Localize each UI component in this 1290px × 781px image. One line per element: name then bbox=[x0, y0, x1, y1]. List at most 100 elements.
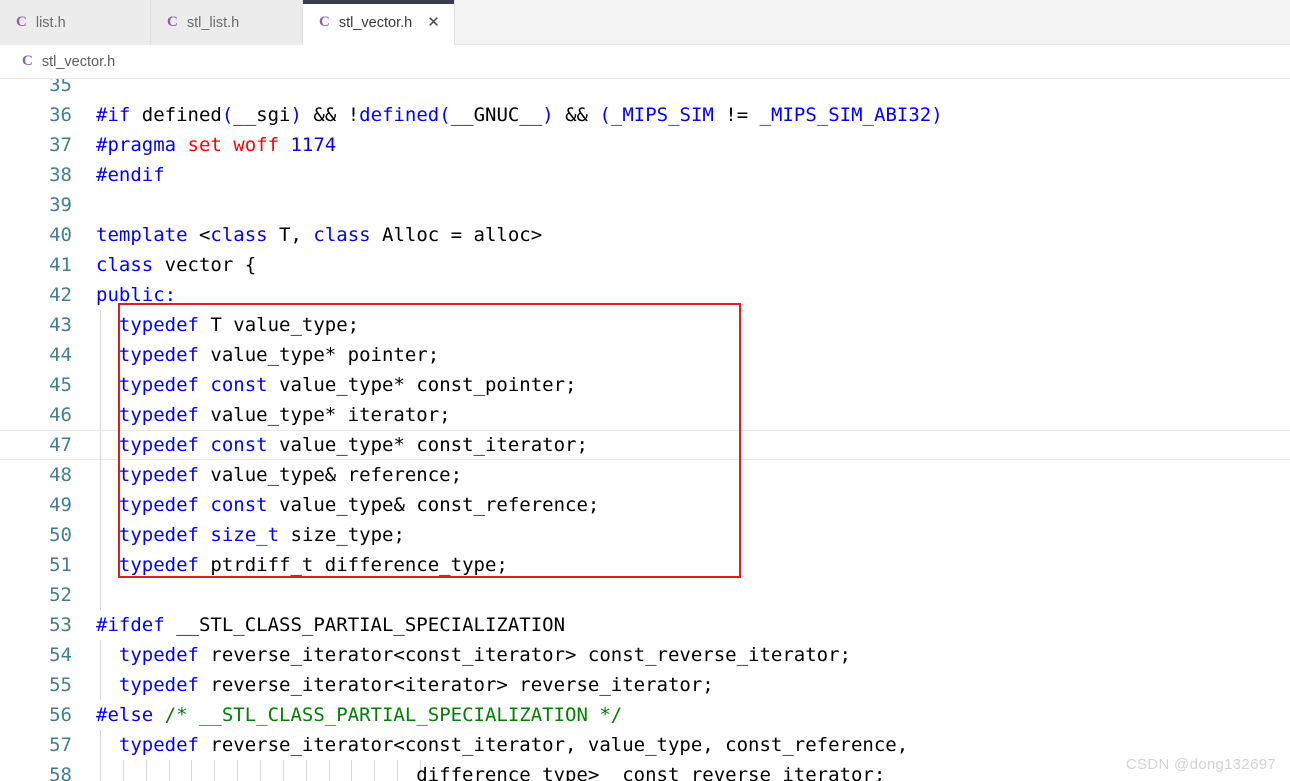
code-line[interactable]: 42 public: bbox=[0, 280, 1290, 310]
code-line[interactable]: 37 #pragma set woff 1174 bbox=[0, 130, 1290, 160]
code-text: typedef const value_type* const_iterator… bbox=[96, 431, 588, 459]
code-token: typedef bbox=[118, 404, 199, 426]
code-line[interactable]: 50 typedef size_t size_type; bbox=[0, 520, 1290, 550]
code-token: typedef bbox=[118, 524, 199, 546]
editor-tab-bar: C list.h C stl_list.h C stl_vector.h ✕ bbox=[0, 0, 1290, 45]
code-token: const bbox=[210, 434, 268, 456]
code-line[interactable]: 39 bbox=[0, 190, 1290, 220]
code-token: value_type& const_reference; bbox=[267, 494, 600, 516]
code-text: typedef value_type& reference; bbox=[96, 460, 462, 490]
code-token: __GNUC__ bbox=[450, 104, 543, 126]
code-text: #endif bbox=[96, 160, 165, 190]
code-token: #ifdef bbox=[96, 614, 165, 636]
code-line[interactable]: 54 typedef reverse_iterator<const_iterat… bbox=[0, 640, 1290, 670]
code-line[interactable]: 38 #endif bbox=[0, 160, 1290, 190]
code-line[interactable]: 52 bbox=[0, 580, 1290, 610]
code-line[interactable]: 56 #else /* __STL_CLASS_PARTIAL_SPECIALIZ… bbox=[0, 700, 1290, 730]
code-token: class bbox=[313, 224, 371, 246]
code-token: 1174 bbox=[290, 134, 337, 156]
code-token: < bbox=[198, 224, 211, 246]
code-token: vector bbox=[153, 254, 245, 276]
code-token: value_type* const_pointer; bbox=[267, 374, 577, 396]
code-text: typedef reverse_iterator<const_iterator>… bbox=[96, 640, 851, 670]
close-icon[interactable]: ✕ bbox=[427, 15, 440, 30]
code-token: /* __STL_CLASS_PARTIAL_SPECIALIZATION */ bbox=[164, 704, 623, 726]
code-text: template <class T, class Alloc = alloc> bbox=[96, 220, 542, 250]
code-token: size_type; bbox=[279, 524, 405, 546]
code-text: #pragma set woff 1174 bbox=[96, 130, 336, 160]
line-number: 56 bbox=[49, 704, 72, 726]
code-line[interactable]: 46 typedef value_type* iterator; bbox=[0, 400, 1290, 430]
breadcrumb: C stl_vector.h bbox=[0, 45, 1290, 79]
code-token: typedef bbox=[118, 644, 199, 666]
code-token: && bbox=[301, 104, 348, 126]
tab-stl-list-h[interactable]: C stl_list.h bbox=[151, 0, 303, 45]
breadcrumb-file-label[interactable]: stl_vector.h bbox=[42, 54, 115, 70]
code-text: typedef value_type* pointer; bbox=[96, 340, 439, 370]
code-editor-viewport[interactable]: 35 36 #if defined(__sgi) && !defined(__GNU… bbox=[0, 79, 1290, 781]
tab-stl-vector-h[interactable]: C stl_vector.h ✕ bbox=[303, 0, 455, 45]
tab-label: stl_vector.h bbox=[338, 14, 413, 31]
c-file-icon: C bbox=[319, 14, 330, 30]
code-token: (_MIPS_SIM bbox=[599, 104, 726, 126]
code-token: typedef bbox=[118, 734, 199, 756]
code-token: typedef bbox=[118, 464, 199, 486]
code-token: ptrdiff_t difference_type; bbox=[198, 554, 508, 576]
code-line[interactable]: 41 class vector { bbox=[0, 250, 1290, 280]
code-line[interactable]: 48 typedef value_type& reference; bbox=[0, 460, 1290, 490]
code-token: defined bbox=[141, 104, 222, 126]
code-token: typedef bbox=[118, 674, 199, 696]
code-line[interactable]: 44 typedef value_type* pointer; bbox=[0, 340, 1290, 370]
code-line[interactable]: 57 typedef reverse_iterator<const_iterat… bbox=[0, 730, 1290, 760]
code-text: typedef size_t size_type; bbox=[96, 520, 405, 550]
line-number: 43 bbox=[49, 314, 72, 336]
line-number: 46 bbox=[49, 404, 72, 426]
tab-label: list.h bbox=[35, 14, 66, 31]
code-token: T value_type; bbox=[198, 314, 360, 336]
code-token: const bbox=[210, 494, 268, 516]
code-token: #endif bbox=[96, 164, 165, 186]
code-line[interactable]: 40 template <class T, class Alloc = alloc… bbox=[0, 220, 1290, 250]
code-token: __STL_CLASS_PARTIAL_SPECIALIZATION bbox=[176, 614, 566, 636]
c-file-icon: C bbox=[167, 14, 178, 30]
code-token: ) bbox=[290, 104, 302, 126]
code-line[interactable]: 49 typedef const value_type& const_refer… bbox=[0, 490, 1290, 520]
code-text: typedef reverse_iterator<const_iterator,… bbox=[96, 730, 908, 760]
line-number: 57 bbox=[49, 734, 72, 756]
tab-list-h[interactable]: C list.h bbox=[0, 0, 151, 45]
code-line[interactable]: 58 difference type> const reverse iterat… bbox=[0, 760, 1290, 781]
code-line[interactable]: 45 typedef const value_type* const_point… bbox=[0, 370, 1290, 400]
code-token: reverse_iterator<iterator> reverse_itera… bbox=[198, 674, 714, 696]
code-text: class vector { bbox=[96, 250, 256, 280]
code-token: defined bbox=[359, 104, 440, 126]
code-line[interactable]: 36 #if defined(__sgi) && !defined(__GNUC_… bbox=[0, 100, 1290, 130]
code-line[interactable]: 51 typedef ptrdiff_t difference_type; bbox=[0, 550, 1290, 580]
line-number: 38 bbox=[49, 164, 72, 186]
code-line[interactable]: 43 typedef T value_type; bbox=[0, 310, 1290, 340]
code-line[interactable]: 35 bbox=[0, 79, 1290, 100]
code-line[interactable]: 53 #ifdef __STL_CLASS_PARTIAL_SPECIALIZAT… bbox=[0, 610, 1290, 640]
code-token: ! bbox=[347, 104, 360, 126]
code-token: reverse_iterator<const_iterator> const_r… bbox=[198, 644, 851, 666]
indent-guide bbox=[100, 580, 101, 610]
code-token: _MIPS_SIM_ABI32) bbox=[748, 104, 943, 126]
code-token: != bbox=[725, 104, 749, 126]
code-line[interactable]: 55 typedef reverse_iterator<iterator> re… bbox=[0, 670, 1290, 700]
code-text: typedef const value_type* const_pointer; bbox=[96, 370, 577, 400]
code-token: value_type* pointer; bbox=[198, 344, 440, 366]
line-number: 58 bbox=[49, 764, 72, 781]
code-line[interactable]: 47 typedef const value_type* const_itera… bbox=[0, 430, 1290, 461]
line-number: 54 bbox=[49, 644, 72, 666]
tab-label: stl_list.h bbox=[186, 14, 240, 31]
